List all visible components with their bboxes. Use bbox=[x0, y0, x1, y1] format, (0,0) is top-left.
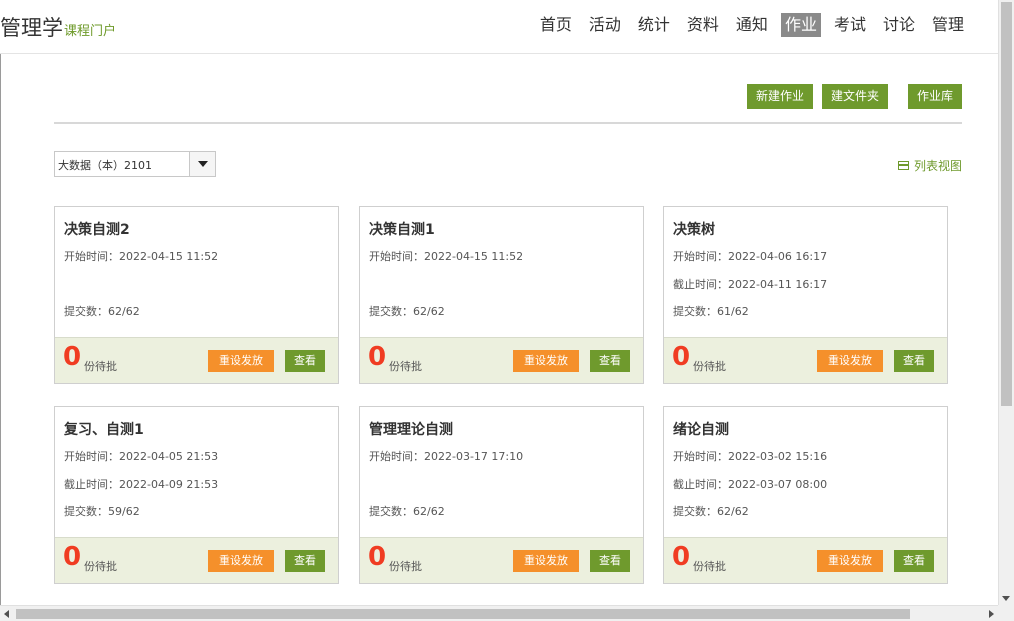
nav-assignments[interactable]: 作业 bbox=[780, 13, 821, 37]
new-assignment-button[interactable]: 新建作业 bbox=[746, 84, 813, 109]
toolbar-divider bbox=[54, 122, 962, 124]
list-view-toggle[interactable]: 列表视图 bbox=[897, 157, 962, 174]
submission-count: 提交数：62/62 bbox=[64, 305, 140, 318]
list-view-icon bbox=[897, 161, 909, 170]
nav-statistics[interactable]: 统计 bbox=[634, 13, 674, 37]
brand: 管理学 课程门户 bbox=[0, 12, 116, 42]
nav-manage[interactable]: 管理 bbox=[928, 13, 968, 37]
submission-count: 提交数：59/62 bbox=[64, 505, 140, 518]
assignment-card[interactable]: 绪论自测 开始时间：2022-03-02 15:16 截止时间：2022-03-… bbox=[663, 406, 948, 584]
nav-discussion[interactable]: 讨论 bbox=[879, 13, 919, 37]
class-select[interactable]: 大数据（本）2101 bbox=[54, 151, 216, 177]
assignment-title[interactable]: 决策自测1 bbox=[369, 219, 435, 239]
reset-publish-button[interactable]: 重设发放 bbox=[208, 350, 274, 372]
assignment-card[interactable]: 决策树 开始时间：2022-04-06 16:17 截止时间：2022-04-1… bbox=[663, 206, 948, 384]
assignment-card[interactable]: 管理理论自测 开始时间：2022-03-17 17:10 提交数：62/62 0… bbox=[359, 406, 644, 584]
horizontal-scrollbar-thumb[interactable] bbox=[16, 609, 910, 619]
reset-publish-button[interactable]: 重设发放 bbox=[817, 550, 883, 572]
horizontal-scrollbar[interactable] bbox=[0, 605, 998, 621]
submission-count: 提交数：62/62 bbox=[673, 505, 749, 518]
class-select-value: 大数据（本）2101 bbox=[58, 159, 152, 172]
view-button[interactable]: 查看 bbox=[590, 550, 630, 572]
reset-publish-button[interactable]: 重设发放 bbox=[817, 350, 883, 372]
scrollbar-corner bbox=[998, 605, 1014, 621]
pending-count: 0 bbox=[672, 342, 691, 372]
card-footer: 0 份待批 重设发放 查看 bbox=[55, 537, 338, 583]
nav-notices[interactable]: 通知 bbox=[732, 13, 772, 37]
pending-label: 份待批 bbox=[389, 360, 422, 373]
view-button[interactable]: 查看 bbox=[285, 550, 325, 572]
scroll-down-arrow-icon[interactable] bbox=[1002, 596, 1010, 601]
nav-exams[interactable]: 考试 bbox=[830, 13, 870, 37]
start-time: 开始时间：2022-03-17 17:10 bbox=[369, 450, 524, 463]
deadline: 截止时间：2022-04-09 21:53 bbox=[64, 478, 219, 491]
submission-count: 提交数：62/62 bbox=[369, 505, 445, 518]
reset-publish-button[interactable]: 重设发放 bbox=[208, 550, 274, 572]
assignment-title[interactable]: 复习、自测1 bbox=[64, 419, 144, 439]
deadline: 截止时间：2022-03-07 08:00 bbox=[673, 478, 828, 491]
submission-count: 提交数：61/62 bbox=[673, 305, 749, 318]
view-button[interactable]: 查看 bbox=[894, 550, 934, 572]
nav-home[interactable]: 首页 bbox=[536, 13, 576, 37]
course-title: 管理学 bbox=[0, 16, 63, 40]
pending-label: 份待批 bbox=[693, 560, 726, 573]
start-time: 开始时间：2022-04-05 21:53 bbox=[64, 450, 219, 463]
reset-publish-button[interactable]: 重设发放 bbox=[513, 350, 579, 372]
assignment-title[interactable]: 管理理论自测 bbox=[369, 419, 453, 439]
pending-count: 0 bbox=[63, 342, 82, 372]
vertical-scrollbar-thumb[interactable] bbox=[1001, 2, 1012, 406]
pending-label: 份待批 bbox=[84, 360, 117, 373]
list-view-label: 列表视图 bbox=[913, 159, 962, 173]
assignment-title[interactable]: 决策自测2 bbox=[64, 219, 130, 239]
reset-publish-button[interactable]: 重设发放 bbox=[513, 550, 579, 572]
scroll-right-arrow-icon[interactable] bbox=[989, 610, 994, 618]
start-time: 开始时间：2022-04-15 11:52 bbox=[369, 250, 524, 263]
assignment-card[interactable]: 复习、自测1 开始时间：2022-04-05 21:53 截止时间：2022-0… bbox=[54, 406, 339, 584]
card-footer: 0 份待批 重设发放 查看 bbox=[360, 537, 643, 583]
start-time: 开始时间：2022-03-02 15:16 bbox=[673, 450, 828, 463]
pending-count: 0 bbox=[672, 542, 691, 572]
assignment-toolbar: 新建作业 建文件夹 作业库 bbox=[746, 84, 962, 109]
assignment-title[interactable]: 决策树 bbox=[673, 219, 715, 239]
card-footer: 0 份待批 重设发放 查看 bbox=[55, 337, 338, 383]
card-footer: 0 份待批 重设发放 查看 bbox=[664, 337, 947, 383]
view-button[interactable]: 查看 bbox=[285, 350, 325, 372]
view-button[interactable]: 查看 bbox=[590, 350, 630, 372]
start-time: 开始时间：2022-04-06 16:17 bbox=[673, 250, 828, 263]
assignment-card[interactable]: 决策自测2 开始时间：2022-04-15 11:52 提交数：62/62 0 … bbox=[54, 206, 339, 384]
course-portal-label[interactable]: 课程门户 bbox=[64, 20, 116, 39]
submission-count: 提交数：62/62 bbox=[369, 305, 445, 318]
pending-label: 份待批 bbox=[693, 360, 726, 373]
top-header: 管理学 课程门户 首页 活动 统计 资料 通知 作业 考试 讨论 管理 bbox=[0, 0, 998, 54]
deadline: 截止时间：2022-04-11 16:17 bbox=[673, 278, 828, 291]
card-footer: 0 份待批 重设发放 查看 bbox=[664, 537, 947, 583]
pending-label: 份待批 bbox=[389, 560, 422, 573]
dropdown-arrow-icon[interactable] bbox=[189, 152, 215, 176]
pending-count: 0 bbox=[63, 542, 82, 572]
nav-materials[interactable]: 资料 bbox=[683, 13, 723, 37]
pending-label: 份待批 bbox=[84, 560, 117, 573]
new-folder-button[interactable]: 建文件夹 bbox=[821, 84, 888, 109]
main-nav: 首页 活动 统计 资料 通知 作业 考试 讨论 管理 bbox=[536, 13, 968, 37]
assignment-card[interactable]: 决策自测1 开始时间：2022-04-15 11:52 提交数：62/62 0 … bbox=[359, 206, 644, 384]
nav-activities[interactable]: 活动 bbox=[585, 13, 625, 37]
assignment-title[interactable]: 绪论自测 bbox=[673, 419, 729, 439]
card-footer: 0 份待批 重设发放 查看 bbox=[360, 337, 643, 383]
vertical-scrollbar[interactable] bbox=[998, 0, 1014, 605]
assignment-library-button[interactable]: 作业库 bbox=[907, 84, 962, 109]
scroll-left-arrow-icon[interactable] bbox=[4, 610, 9, 618]
pending-count: 0 bbox=[368, 342, 387, 372]
view-button[interactable]: 查看 bbox=[894, 350, 934, 372]
pending-count: 0 bbox=[368, 542, 387, 572]
start-time: 开始时间：2022-04-15 11:52 bbox=[64, 250, 219, 263]
